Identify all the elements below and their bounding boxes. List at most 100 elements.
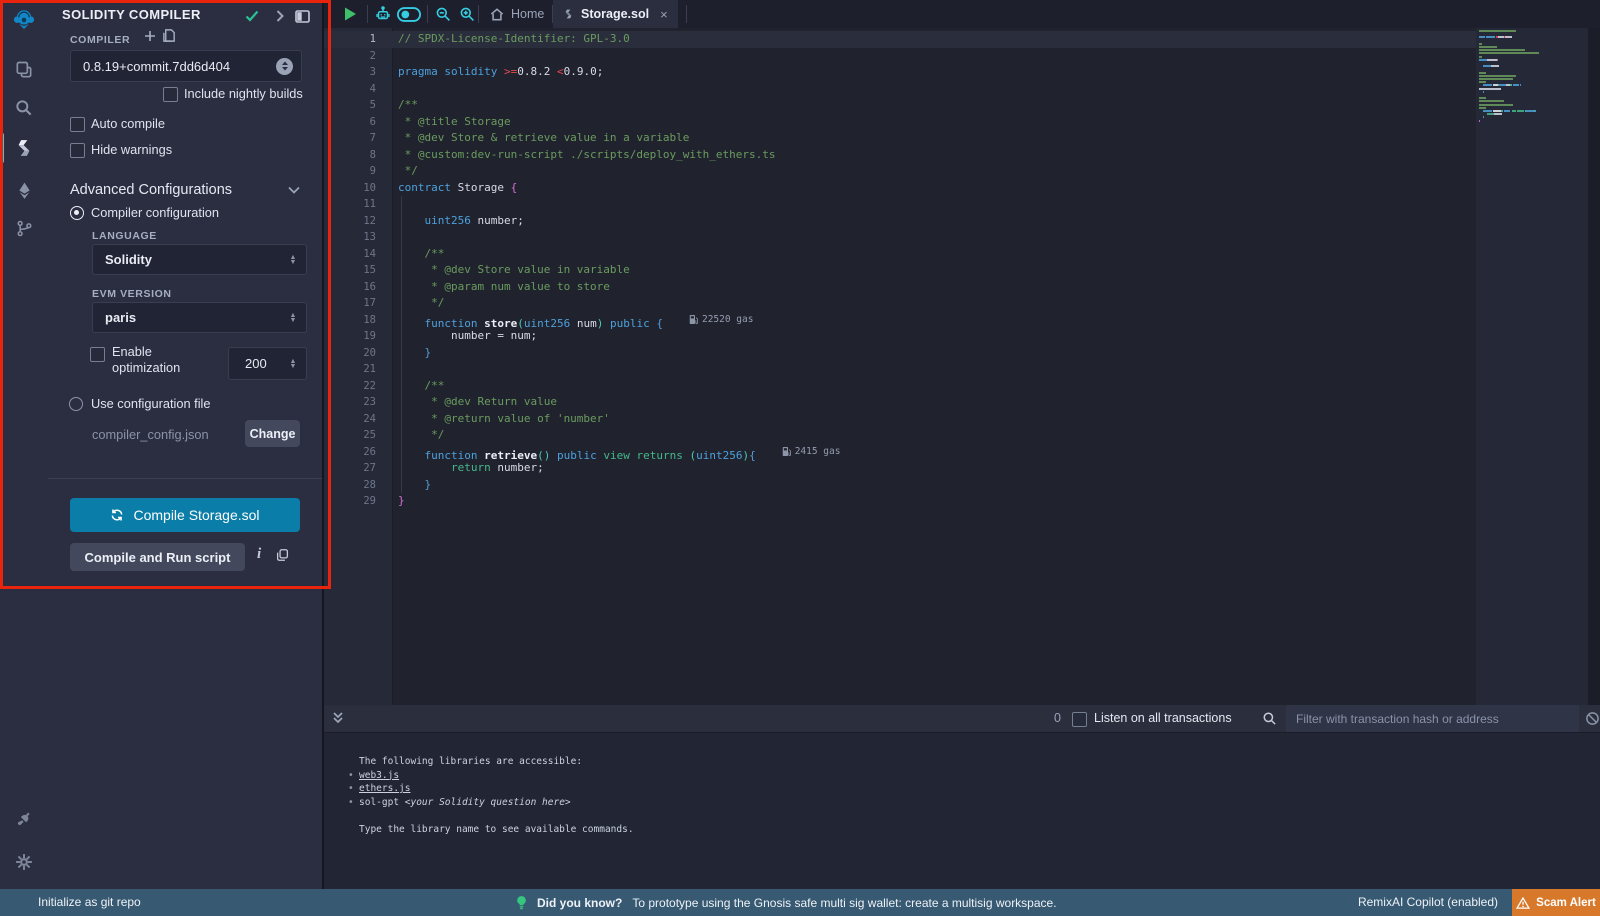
scam-alert-button[interactable]: Scam Alert (1512, 889, 1600, 916)
close-tab-icon[interactable]: × (660, 7, 668, 22)
zoom-out-icon[interactable] (434, 5, 452, 23)
include-nightly-checkbox[interactable] (163, 87, 178, 102)
zoom-in-icon[interactable] (458, 5, 476, 23)
line-number: 21 (324, 361, 376, 378)
code-line[interactable]: 10contract Storage { (324, 180, 1476, 197)
code-line[interactable]: 12 uint256 number; (324, 213, 1476, 230)
code-line[interactable]: 14 /** (324, 246, 1476, 263)
language-select[interactable]: Solidity ▲▼ (92, 244, 307, 275)
code-line[interactable]: 21 (324, 361, 1476, 378)
transaction-count-badge: 0 (1054, 711, 1061, 725)
code-line[interactable]: 3pragma solidity >=0.8.2 <0.9.0; (324, 64, 1476, 81)
code-line[interactable]: 25 */ (324, 427, 1476, 444)
code-line[interactable]: 19 number = num; (324, 328, 1476, 345)
copy-icon[interactable] (276, 548, 289, 562)
code-line[interactable]: 22 /** (324, 378, 1476, 395)
minimap-line (1479, 36, 1512, 38)
remix-ide-window: SOLIDITY COMPILER COMPILER 0.8.19+commit… (0, 0, 1600, 916)
file-explorer-icon[interactable] (12, 58, 36, 82)
pin-panel-icon[interactable] (294, 8, 310, 24)
editor-area: Home Storage.sol × 1// SPDX-License-Iden… (324, 0, 1600, 705)
remix-logo[interactable] (12, 8, 36, 32)
evm-version-label: EVM VERSION (92, 288, 172, 300)
solidity-compiler-icon[interactable] (12, 136, 36, 160)
expand-terminal-double-chevron-icon[interactable] (332, 711, 344, 725)
minimap[interactable] (1476, 28, 1588, 705)
code-line[interactable]: 28 } (324, 477, 1476, 494)
deploy-and-run-icon[interactable] (12, 178, 36, 202)
toolbar-separator (367, 5, 368, 23)
compiler-configuration-radio[interactable] (70, 206, 84, 220)
code-line[interactable]: 18 function store(uint256 num) public {2… (324, 312, 1476, 329)
code-line[interactable]: 17 */ (324, 295, 1476, 312)
git-icon[interactable] (12, 216, 36, 240)
compile-button[interactable]: Compile Storage.sol (70, 498, 300, 532)
code-line[interactable]: 13 (324, 229, 1476, 246)
plugin-manager-icon[interactable] (12, 808, 36, 832)
code-text: number = num; (398, 328, 537, 345)
copilot-toggle[interactable] (397, 5, 421, 23)
compile-and-run-button[interactable]: Compile and Run script (70, 543, 245, 571)
code-line[interactable]: 24 * @return value of 'number' (324, 411, 1476, 428)
settings-icon[interactable] (12, 850, 36, 874)
terminal-link[interactable]: web3.js (359, 770, 399, 781)
advanced-configurations-header[interactable]: Advanced Configurations (70, 182, 232, 198)
code-text: * @dev Return value (398, 394, 557, 411)
panel-forward-icon[interactable] (272, 8, 288, 24)
add-custom-compiler-icon[interactable] (143, 29, 157, 43)
git-init-status[interactable]: Initialize as git repo (38, 895, 141, 909)
listen-all-transactions-label: Listen on all transactions (1094, 711, 1232, 725)
terminal-list-item: •ethers.js (324, 782, 1600, 796)
code-line[interactable]: 1// SPDX-License-Identifier: GPL-3.0 (324, 31, 1476, 48)
transaction-filter-input[interactable] (1286, 705, 1579, 732)
code-line[interactable]: 15 * @dev Store value in variable (324, 262, 1476, 279)
info-icon[interactable]: i (257, 546, 261, 563)
code-line[interactable]: 9 */ (324, 163, 1476, 180)
enable-optimization-checkbox[interactable] (90, 347, 105, 362)
line-number: 2 (324, 48, 376, 65)
code-line[interactable]: 26 function retrieve() public view retur… (324, 444, 1476, 461)
minimap-line (1479, 113, 1502, 115)
evm-version-select[interactable]: paris ▲▼ (92, 302, 307, 333)
code-line[interactable]: 23 * @dev Return value (324, 394, 1476, 411)
terminal-link[interactable]: ethers.js (359, 783, 410, 794)
use-configuration-file-radio[interactable] (69, 397, 83, 411)
search-icon[interactable] (12, 96, 36, 120)
code-line[interactable]: 29} (324, 493, 1476, 510)
copilot-status[interactable]: RemixAI Copilot (enabled) (1358, 895, 1498, 909)
status-bar: Initialize as git repo Did you know? To … (0, 889, 1600, 916)
tab-home[interactable]: Home (480, 0, 554, 28)
hide-warnings-checkbox[interactable] (70, 143, 85, 158)
optimization-runs-input[interactable]: 200 ▲▼ (228, 347, 307, 380)
minimap-line (1479, 104, 1513, 106)
open-compiler-file-icon[interactable] (162, 28, 177, 43)
terminal-search-icon[interactable] (1262, 711, 1277, 726)
listen-all-transactions-checkbox[interactable] (1072, 712, 1087, 727)
minimap-line (1479, 59, 1498, 61)
clear-console-ban-icon[interactable] (1585, 711, 1600, 726)
code-text: /** (398, 97, 418, 114)
editor-scrollbar[interactable] (1588, 28, 1600, 705)
code-line[interactable]: 4 (324, 81, 1476, 98)
compiler-version-select[interactable]: 0.8.19+commit.7dd6d404 (70, 50, 302, 82)
code-editor[interactable]: 1// SPDX-License-Identifier: GPL-3.023pr… (324, 28, 1600, 705)
advanced-chevron-down-icon[interactable] (288, 186, 300, 194)
code-line[interactable]: 2 (324, 48, 1476, 65)
compile-success-check-icon (244, 8, 260, 24)
line-number: 6 (324, 114, 376, 131)
code-line[interactable]: 11 (324, 196, 1476, 213)
code-line[interactable]: 7 * @dev Store & retrieve value in a var… (324, 130, 1476, 147)
terminal-output[interactable]: The following libraries are accessible:•… (324, 732, 1600, 889)
auto-compile-checkbox[interactable] (70, 117, 85, 132)
code-line[interactable]: 6 * @title Storage (324, 114, 1476, 131)
code-line[interactable]: 20 } (324, 345, 1476, 362)
code-line[interactable]: 5/** (324, 97, 1476, 114)
line-number: 23 (324, 394, 376, 411)
code-line[interactable]: 8 * @custom:dev-run-script ./scripts/dep… (324, 147, 1476, 164)
run-script-play-button[interactable] (341, 5, 359, 23)
copilot-robot-icon[interactable] (374, 5, 392, 23)
code-line[interactable]: 27 return number; (324, 460, 1476, 477)
tab-storage-sol[interactable]: Storage.sol × (553, 0, 678, 28)
code-line[interactable]: 16 * @param num value to store (324, 279, 1476, 296)
change-config-button[interactable]: Change (245, 420, 300, 447)
